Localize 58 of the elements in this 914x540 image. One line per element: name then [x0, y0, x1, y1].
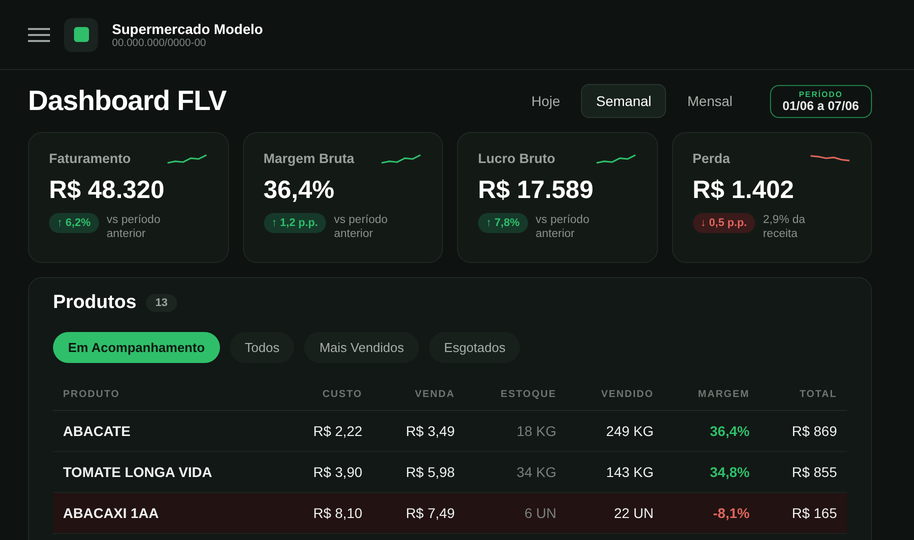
menu-icon[interactable]	[28, 26, 50, 42]
kpi-title: Margem Bruta	[264, 151, 354, 166]
store-logo	[64, 18, 98, 52]
kpi-title: Perda	[692, 151, 730, 166]
kpi-value: R$ 1.402	[692, 176, 795, 205]
kpi-value: 36,4%	[264, 176, 336, 205]
column-header: MARGEM	[664, 375, 760, 410]
column-header: CUSTO	[280, 375, 372, 410]
table-row[interactable]: ABACAXI 1AA R$ 8,10 R$ 7,49 6 UN 22 UN -8,1% R$ 165	[53, 492, 847, 534]
sparkline	[166, 152, 208, 164]
margin-cell: -8,1%	[664, 492, 760, 534]
product-name: ABACAXI 1AA	[53, 492, 280, 534]
period-tab[interactable]: Semanal	[581, 84, 666, 118]
margin-cell: 36,4%	[664, 410, 760, 452]
column-header: VENDIDO	[566, 375, 664, 410]
sold-cell: 22 UN	[566, 492, 664, 534]
kpi-value: R$ 17.589	[478, 176, 594, 205]
filter-chip[interactable]: Todos	[230, 332, 294, 363]
change-badge: ↓ 0,5 p.p.	[692, 213, 755, 233]
filter-chip[interactable]: Mais Vendidos	[304, 332, 420, 363]
period-button[interactable]: PERÍODO 01/06 a 07/06	[770, 84, 872, 118]
product-name: ABACATE	[53, 410, 280, 452]
column-header: VENDA	[372, 375, 465, 410]
table-row[interactable]: ABACATE R$ 2,22 R$ 3,49 18 KG 249 KG 36,4% R$ 869	[53, 410, 847, 452]
kpi-value: R$ 48.320	[49, 176, 166, 205]
kpi-title: Faturamento	[49, 151, 131, 166]
cost-cell: R$ 8,10	[280, 492, 372, 534]
column-header: PRODUTO	[53, 375, 280, 410]
period-tab[interactable]: Mensal	[672, 84, 748, 118]
cost-cell: R$ 2,22	[280, 410, 372, 452]
stock-cell: 18 KG	[464, 410, 566, 452]
total-cell: R$ 165	[760, 492, 847, 534]
change-badge: ↑ 6,2%	[49, 213, 99, 233]
column-header: TOTAL	[760, 375, 847, 410]
kpi-note: 2,9% da receita	[762, 213, 806, 241]
store-id: 00.000.000/0000-00	[112, 36, 206, 48]
sparkline	[594, 152, 636, 164]
sparkline	[809, 152, 851, 164]
page-title: Dashboard FLV	[28, 85, 226, 117]
total-cell: R$ 869	[760, 410, 847, 452]
store-name: Supermercado Modelo	[112, 20, 263, 36]
change-badge: ↑ 7,8%	[478, 213, 528, 233]
price-cell: R$ 7,49	[372, 492, 465, 534]
section-title: Produtos	[53, 292, 136, 314]
sparkline	[380, 152, 422, 164]
column-header: ESTOQUE	[464, 375, 566, 410]
kpi-title: Lucro Bruto	[478, 151, 556, 166]
kpi-note: vs período anterior	[106, 213, 162, 241]
stock-cell: 6 UN	[464, 492, 566, 534]
price-cell: R$ 3,49	[372, 410, 465, 452]
sold-cell: 249 KG	[566, 410, 664, 452]
filter-chip[interactable]: Esgotados	[429, 332, 520, 363]
kpi-note: vs período anterior	[334, 213, 389, 241]
count-badge: 13	[146, 294, 177, 312]
kpi-note: vs período anterior	[536, 213, 590, 241]
change-badge: ↑ 1,2 p.p.	[264, 213, 326, 233]
period-tab[interactable]: Hoje	[516, 84, 576, 118]
filter-chip[interactable]: Em Acompanhamento	[53, 332, 220, 363]
